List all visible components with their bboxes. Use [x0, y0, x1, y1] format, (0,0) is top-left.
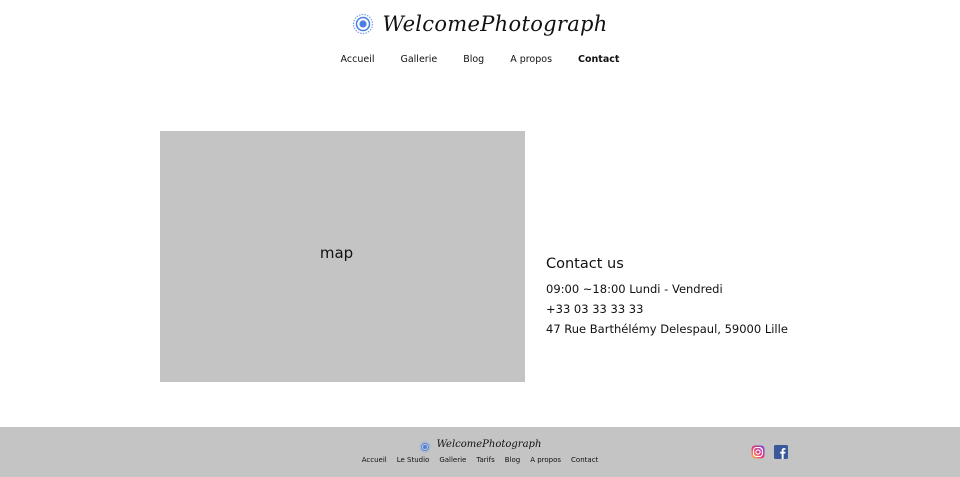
contact-title: Contact us	[546, 256, 624, 272]
site-footer: WelcomePhotograph Accueil Le Studio Gall…	[0, 427, 960, 477]
facebook-icon[interactable]	[774, 444, 788, 459]
aperture-logo-icon	[352, 13, 374, 35]
nav-item-blog[interactable]: Blog	[463, 54, 484, 65]
map-label: map	[319, 243, 354, 262]
footer-nav-contact[interactable]: Contact	[571, 456, 598, 464]
nav-item-contact[interactable]: Contact	[578, 54, 619, 65]
contact-address: 47 Rue Barthélémy Delespaul, 59000 Lille	[546, 322, 788, 336]
footer-brand[interactable]: WelcomePhotograph	[0, 438, 960, 453]
footer-nav-gallerie[interactable]: Gallerie	[439, 456, 466, 464]
aperture-logo-icon	[419, 438, 431, 453]
footer-nav-a-propos[interactable]: A propos	[530, 456, 561, 464]
site-header: WelcomePhotograph Accueil Gallerie Blog …	[0, 0, 960, 90]
map-placeholder[interactable]: map	[160, 131, 525, 382]
contact-phone: +33 03 33 33 33	[546, 302, 644, 316]
footer-nav-blog[interactable]: Blog	[505, 456, 520, 464]
brand-name: WelcomePhotograph	[382, 12, 608, 36]
social-links	[751, 444, 788, 459]
footer-brand-name: WelcomePhotograph	[436, 438, 542, 450]
brand[interactable]: WelcomePhotograph	[0, 12, 960, 36]
nav-item-gallerie[interactable]: Gallerie	[400, 54, 437, 65]
contact-hours: 09:00 ~18:00 Lundi - Vendredi	[546, 282, 723, 296]
footer-nav: Accueil Le Studio Gallerie Tarifs Blog A…	[0, 456, 960, 464]
nav-item-a-propos[interactable]: A propos	[510, 54, 552, 65]
instagram-icon[interactable]	[751, 444, 765, 459]
contact-info: Contact us 09:00 ~18:00 Lundi - Vendredi…	[546, 256, 866, 342]
footer-nav-le-studio[interactable]: Le Studio	[397, 456, 430, 464]
main-nav: Accueil Gallerie Blog A propos Contact	[0, 54, 960, 65]
footer-nav-accueil[interactable]: Accueil	[362, 456, 387, 464]
footer-nav-tarifs[interactable]: Tarifs	[476, 456, 494, 464]
nav-item-accueil[interactable]: Accueil	[341, 54, 375, 65]
